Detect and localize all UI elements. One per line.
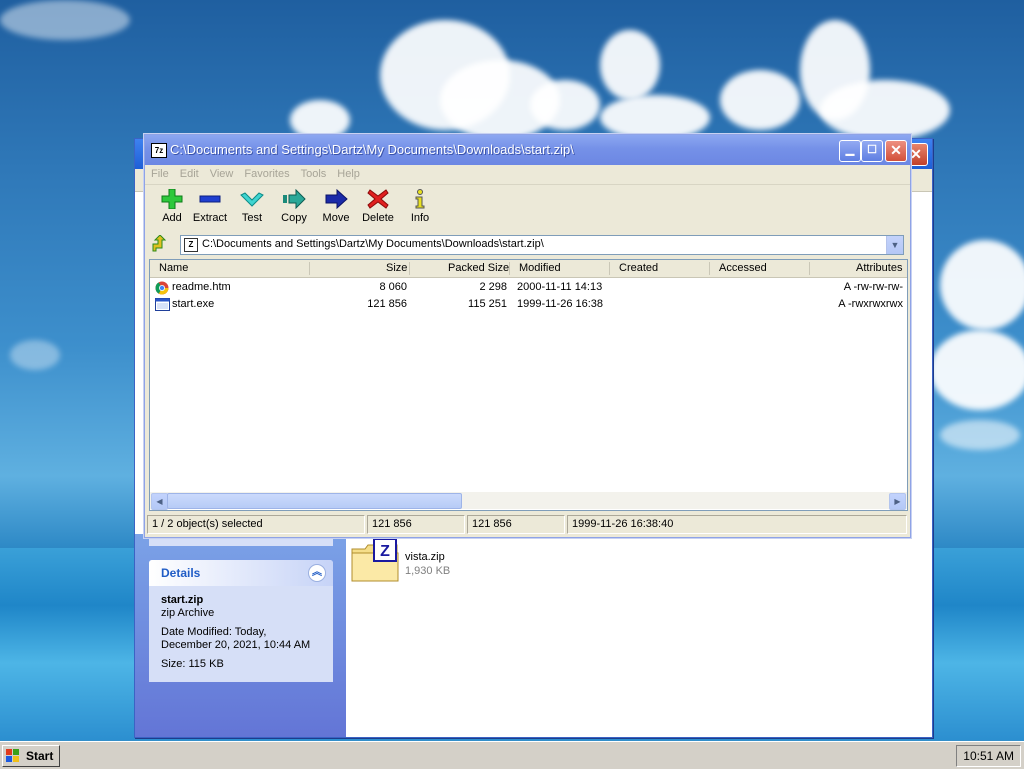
svg-text:Z: Z — [380, 543, 390, 560]
minus-icon — [199, 195, 221, 203]
file-size: 121 856 — [367, 298, 407, 310]
column-created[interactable]: Created — [619, 262, 658, 274]
explorer-task-pane: Details ︽ start.zip zip Archive Date Mod… — [135, 534, 346, 737]
file-item-name: vista.zip — [405, 551, 445, 563]
column-header-row: Name Size Packed Size Modified Created A… — [150, 260, 907, 278]
up-folder-icon[interactable] — [151, 235, 169, 253]
table-row[interactable]: start.exe 121 856 115 251 1999-11-26 16:… — [150, 296, 907, 313]
column-accessed[interactable]: Accessed — [719, 262, 767, 274]
scrollbar-thumb[interactable] — [167, 493, 462, 509]
checkmark-icon — [240, 192, 264, 207]
column-packed-size[interactable]: Packed Size — [448, 262, 509, 274]
file-modified: 1999-11-26 16:38 — [517, 298, 604, 310]
file-name: readme.htm — [172, 281, 231, 293]
table-row[interactable]: readme.htm 8 060 2 298 2000-11-11 14:13 … — [150, 279, 907, 296]
menu-file[interactable]: File — [145, 165, 174, 180]
chevron-down-icon[interactable]: ▼ — [886, 236, 903, 254]
menu-bar: File Edit View Favorites Tools Help — [145, 165, 910, 185]
extract-label: Extract — [192, 212, 228, 224]
file-packed-size: 2 298 — [479, 281, 507, 293]
zip-archive-icon: Z — [184, 238, 198, 252]
file-list[interactable]: Name Size Packed Size Modified Created A… — [149, 259, 908, 511]
scroll-right-icon[interactable]: ▶ — [889, 493, 906, 510]
column-attributes[interactable]: Attributes — [856, 262, 902, 274]
details-file-type: zip Archive — [161, 607, 215, 619]
test-label: Test — [241, 212, 263, 224]
zip-folder-icon: Z — [351, 539, 399, 582]
details-panel: Details ︽ start.zip zip Archive Date Mod… — [149, 560, 333, 682]
window-title: C:\Documents and Settings\Dartz\My Docum… — [170, 142, 574, 157]
taskbar: Start 10:51 AM — [0, 741, 1024, 769]
menu-favorites[interactable]: Favorites — [238, 165, 294, 180]
close-button[interactable]: ✕ — [885, 140, 907, 162]
start-label: Start — [26, 749, 54, 763]
add-button[interactable]: Add — [151, 189, 193, 229]
status-selection: 1 / 2 object(s) selected — [147, 515, 365, 534]
plus-icon — [161, 189, 183, 209]
info-button[interactable]: Info — [399, 189, 441, 229]
menu-view[interactable]: View — [204, 165, 239, 180]
status-modified-text: 1999-11-26 16:38:40 — [572, 518, 674, 530]
info-label: Info — [410, 212, 430, 224]
details-file-name: start.zip — [161, 594, 204, 606]
column-modified[interactable]: Modified — [519, 262, 561, 274]
address-row: Z C:\Documents and Settings\Dartz\My Doc… — [145, 233, 910, 257]
address-field[interactable]: Z C:\Documents and Settings\Dartz\My Doc… — [180, 235, 904, 255]
details-header[interactable]: Details ︽ — [149, 560, 333, 586]
sevenzip-app-icon: 7z — [151, 143, 167, 158]
minimize-button[interactable]: ▁ — [839, 140, 861, 162]
clock[interactable]: 10:51 AM — [963, 749, 1014, 763]
details-body: start.zip zip Archive Date Modified: Tod… — [149, 586, 333, 682]
status-selection-text: 1 / 2 object(s) selected — [152, 518, 263, 530]
delete-x-icon — [367, 189, 389, 209]
horizontal-scrollbar[interactable]: ◀ ▶ — [150, 492, 907, 510]
menu-tools[interactable]: Tools — [295, 165, 332, 180]
exe-icon — [155, 298, 170, 311]
test-button[interactable]: Test — [231, 189, 273, 229]
move-label: Move — [322, 212, 350, 224]
file-packed-size: 115 251 — [468, 298, 507, 310]
details-header-label: Details — [161, 566, 201, 580]
status-size: 121 856 — [367, 515, 465, 534]
menu-help[interactable]: Help — [331, 165, 365, 180]
copy-button[interactable]: Copy — [273, 189, 315, 229]
collapse-chevron-icon[interactable]: ︽ — [308, 564, 326, 582]
file-name: start.exe — [172, 298, 215, 310]
file-attributes: A -rwxrwxrwx — [838, 298, 903, 310]
scroll-left-icon[interactable]: ◀ — [151, 493, 168, 510]
status-packed: 121 856 — [467, 515, 565, 534]
delete-button[interactable]: Delete — [357, 189, 399, 229]
move-button[interactable]: Move — [315, 189, 357, 229]
copy-arrow-icon — [283, 189, 306, 209]
sevenzip-title-bar[interactable]: 7z C:\Documents and Settings\Dartz\My Do… — [145, 135, 910, 165]
info-icon — [415, 189, 425, 209]
status-bar: 1 / 2 object(s) selected 121 856 121 856… — [145, 513, 910, 535]
details-date-value: December 20, 2021, 10:44 AM — [161, 639, 311, 651]
details-size: Size: 115 KB — [161, 658, 224, 670]
menu-edit[interactable]: Edit — [174, 165, 204, 180]
maximize-button[interactable]: ☐ — [861, 140, 883, 162]
file-item-size: 1,930 KB — [405, 565, 451, 577]
address-value: C:\Documents and Settings\Dartz\My Docum… — [202, 238, 544, 250]
add-label: Add — [162, 212, 182, 224]
start-button[interactable]: Start — [2, 745, 60, 767]
file-attributes: A -rw-rw-rw- — [843, 281, 903, 293]
file-modified: 2000-11-11 14:13 — [517, 281, 603, 293]
system-tray: 10:51 AM — [956, 745, 1021, 767]
column-name[interactable]: Name — [159, 262, 188, 274]
status-size-text: 121 856 — [372, 518, 412, 530]
details-date-label: Date Modified: Today, — [161, 626, 267, 638]
copy-label: Copy — [281, 212, 307, 224]
delete-label: Delete — [362, 212, 394, 224]
status-packed-text: 121 856 — [472, 518, 512, 530]
sevenzip-window[interactable]: 7z C:\Documents and Settings\Dartz\My Do… — [144, 134, 911, 538]
status-modified: 1999-11-26 16:38:40 — [567, 515, 907, 534]
extract-button[interactable]: Extract — [189, 189, 231, 229]
windows-flag-icon — [6, 749, 19, 762]
file-size: 8 060 — [379, 281, 407, 293]
move-arrow-icon — [325, 189, 348, 209]
column-size[interactable]: Size — [386, 262, 407, 274]
chrome-html-icon — [155, 281, 169, 295]
